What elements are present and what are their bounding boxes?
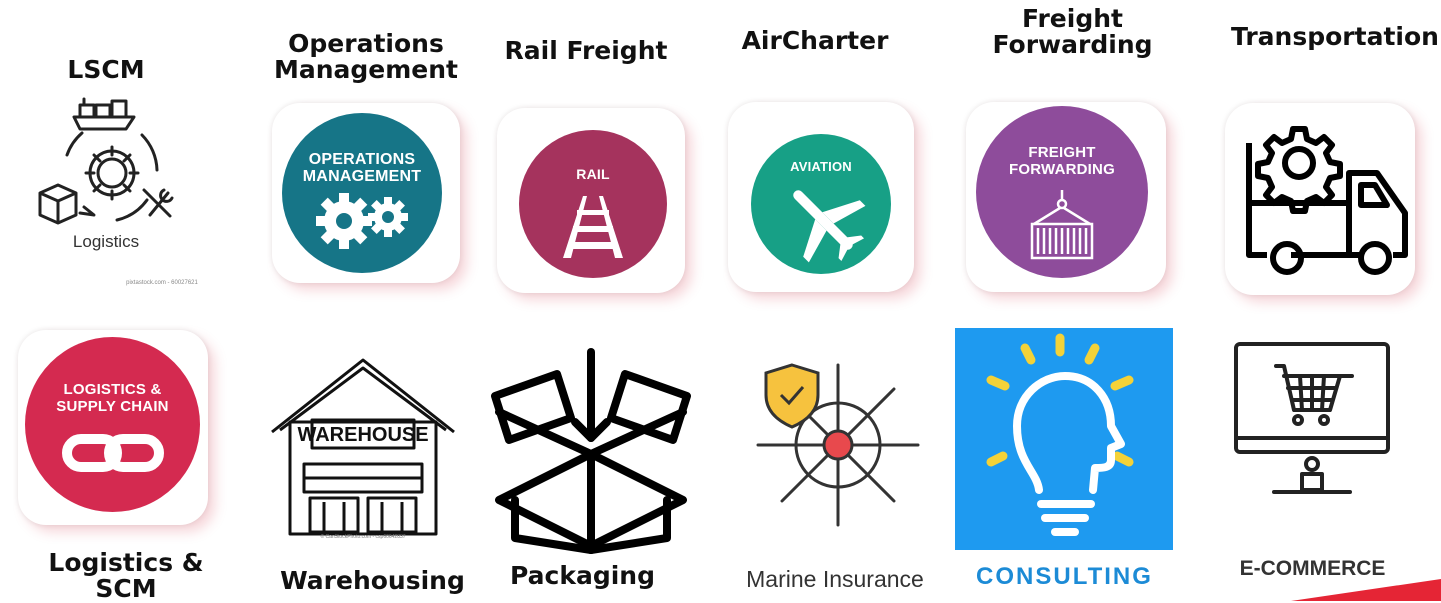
lightbulb-head-icon <box>986 333 1134 536</box>
corner-accent <box>1291 579 1441 601</box>
warehouse-credit: © CanStockPhoto.com - csp60642837 <box>320 533 405 540</box>
airplane-icon <box>793 190 866 263</box>
logistics-supply-chain-card: LOGISTICS & SUPPLY CHAIN <box>18 330 208 525</box>
gears-icon <box>316 193 408 249</box>
label-rail-freight: Rail Freight <box>504 36 668 65</box>
operations-management-card: OPERATIONS MANAGEMENT <box>272 103 460 283</box>
logistics-supply-chain-circle: LOGISTICS & SUPPLY CHAIN <box>25 337 200 512</box>
label-packaging: Packaging <box>510 561 655 590</box>
warehouse-icon: WAREHOUSE © CanStockPhoto.com - csp60642… <box>268 352 458 540</box>
freight-forwarding-circle: FREIGHT FORWARDING <box>976 106 1148 278</box>
label-forwarding-line2: Forwarding <box>992 30 1153 59</box>
truck-gear-icon <box>1246 126 1408 275</box>
label-operations-line2: Management <box>273 55 459 84</box>
label-operations-management: Operations Management <box>266 31 466 83</box>
label-warehousing: Warehousing <box>280 566 465 595</box>
transportation-card <box>1225 103 1415 295</box>
rail-card: RAIL <box>497 108 685 293</box>
rail-track-icon <box>563 196 623 258</box>
open-box-icon <box>485 348 697 554</box>
marine-insurance-icon <box>752 355 922 535</box>
label-operations-line1: Operations <box>288 29 444 58</box>
chain-link-icon <box>62 434 164 472</box>
logistics-caption: Logistics <box>73 232 139 251</box>
label-lscm: LSCM <box>67 55 145 84</box>
ecommerce-monitor-icon <box>1232 340 1392 505</box>
consulting-tile <box>955 328 1173 550</box>
logistics-credit: pixtastock.com - 60027621 <box>126 280 198 286</box>
label-aircharter: AirCharter <box>741 26 889 55</box>
label-freight-forwarding: Freight Forwarding <box>985 6 1160 58</box>
label-transportation: Transportation <box>1231 22 1439 51</box>
freight-forwarding-card: FREIGHT FORWARDING <box>966 102 1166 292</box>
rail-circle: RAIL <box>519 130 667 278</box>
aviation-circle: AVIATION <box>751 134 891 274</box>
aviation-card: AVIATION <box>728 102 914 292</box>
label-freight-line1: Freight <box>1022 4 1123 33</box>
label-logistics-line1: Logistics & <box>48 548 204 577</box>
warehouse-sign: WAREHOUSE <box>297 424 428 446</box>
label-scm-line2: SCM <box>95 574 157 603</box>
logistics-icon: Logistics pixtastock.com - 60027621 <box>22 95 212 290</box>
container-crane-icon <box>1030 190 1094 260</box>
label-logistics-scm: Logistics & SCM <box>36 550 216 602</box>
operations-circle: OPERATIONS MANAGEMENT <box>282 113 442 273</box>
label-marine-insurance: Marine Insurance <box>746 566 924 592</box>
target-dot <box>822 429 854 461</box>
label-consulting: CONSULTING <box>976 563 1153 590</box>
